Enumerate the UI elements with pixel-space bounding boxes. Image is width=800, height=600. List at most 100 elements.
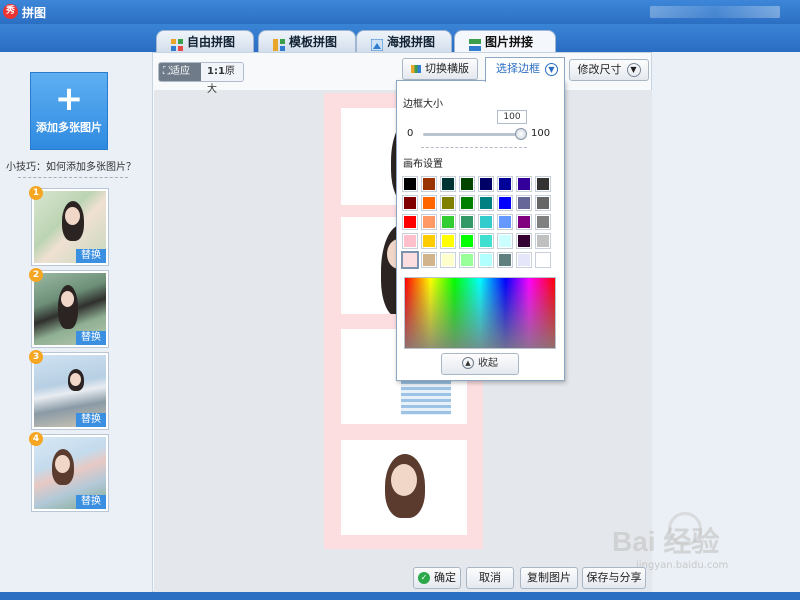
add-images-label: 添加多张图片 xyxy=(36,121,102,134)
border-size-slider-handle[interactable] xyxy=(515,128,527,140)
color-swatch[interactable] xyxy=(460,177,474,191)
color-swatch[interactable] xyxy=(536,177,550,191)
switch-orientation-button[interactable]: 切换横版 xyxy=(402,58,478,80)
bottom-bar xyxy=(0,592,800,600)
collapse-button[interactable]: ▲ 收起 xyxy=(441,353,519,375)
save-share-button[interactable]: 保存与分享 xyxy=(582,567,646,589)
replace-button[interactable]: 替换 xyxy=(76,331,106,345)
color-swatch[interactable] xyxy=(441,177,455,191)
tab-image-join[interactable]: 图片拼接 xyxy=(454,30,556,52)
original-size-ratio: 1:1 xyxy=(207,66,225,77)
color-swatch[interactable] xyxy=(479,177,493,191)
title-bar: 秀 拼图 xyxy=(0,0,800,24)
cancel-label: 取消 xyxy=(479,571,501,584)
color-swatch[interactable] xyxy=(460,253,474,267)
color-swatch[interactable] xyxy=(422,253,436,267)
tab-template-collage[interactable]: 模板拼图 xyxy=(258,30,356,52)
app-logo-icon: 秀 xyxy=(3,4,18,19)
fit-button[interactable]: ⛶适应 xyxy=(159,63,201,81)
poster-collage-icon xyxy=(370,36,384,52)
border-size-slider-track[interactable] xyxy=(423,133,521,136)
color-swatch[interactable] xyxy=(536,253,550,267)
fit-icon: ⛶ xyxy=(163,66,170,77)
image-join-icon xyxy=(469,36,481,51)
color-spectrum-picker[interactable] xyxy=(404,277,556,349)
tab-image-join-label: 图片拼接 xyxy=(485,35,534,49)
resize-label: 修改尺寸 xyxy=(577,63,622,76)
slider-max-label: 100 xyxy=(531,128,551,139)
color-swatch[interactable] xyxy=(441,196,455,210)
add-images-button[interactable]: + 添加多张图片 xyxy=(30,72,108,150)
color-swatch[interactable] xyxy=(498,177,512,191)
replace-button[interactable]: 替换 xyxy=(76,249,106,263)
color-swatch[interactable] xyxy=(441,253,455,267)
window-controls-blurred xyxy=(650,6,780,18)
thumbnail-4[interactable]: 4 替换 xyxy=(29,432,109,512)
color-swatch[interactable] xyxy=(498,253,512,267)
chevron-up-icon: ▲ xyxy=(462,357,474,369)
window-title: 拼图 xyxy=(22,6,47,20)
tab-free-collage[interactable]: 自由拼图 xyxy=(156,30,254,52)
copy-image-label: 复制图片 xyxy=(527,571,571,584)
orientation-icon xyxy=(411,65,421,73)
cancel-button[interactable]: 取消 xyxy=(466,567,514,589)
color-swatch[interactable] xyxy=(536,234,550,248)
color-swatch[interactable] xyxy=(517,177,531,191)
color-swatch[interactable] xyxy=(403,196,417,210)
color-swatch[interactable] xyxy=(422,196,436,210)
color-swatch[interactable] xyxy=(517,196,531,210)
replace-button[interactable]: 替换 xyxy=(76,413,106,427)
check-icon: ✓ xyxy=(418,572,430,584)
tab-poster-collage[interactable]: 海报拼图 xyxy=(356,30,452,52)
color-swatch[interactable] xyxy=(441,215,455,229)
color-swatch[interactable] xyxy=(517,253,531,267)
plus-icon: + xyxy=(54,79,84,119)
select-border-button[interactable]: 选择边框 ▼ xyxy=(485,57,565,82)
color-swatch[interactable] xyxy=(479,253,493,267)
chevron-down-icon: ▼ xyxy=(545,63,558,76)
slider-min-label: 0 xyxy=(407,128,414,139)
color-swatch[interactable] xyxy=(403,234,417,248)
chevron-down-icon: ▼ xyxy=(626,63,641,77)
divider xyxy=(421,147,527,148)
border-size-value-input[interactable]: 100 xyxy=(497,110,527,124)
color-swatch[interactable] xyxy=(479,196,493,210)
watermark-text: Bai 经验 xyxy=(612,526,720,557)
color-swatch[interactable] xyxy=(403,177,417,191)
thumbnail-3[interactable]: 3 替换 xyxy=(29,350,109,430)
color-swatch[interactable] xyxy=(536,215,550,229)
color-swatch[interactable] xyxy=(441,234,455,248)
select-border-label: 选择边框 xyxy=(496,62,540,75)
thumbnail-1[interactable]: 1 替换 xyxy=(29,186,109,266)
color-swatch[interactable] xyxy=(479,215,493,229)
switch-orientation-label: 切换横版 xyxy=(425,62,469,75)
thumbnail-number: 2 xyxy=(29,268,43,282)
collage-image-4[interactable] xyxy=(341,440,467,535)
original-size-button[interactable]: 1:1原大 xyxy=(203,63,243,95)
color-swatch[interactable] xyxy=(422,234,436,248)
color-swatch[interactable] xyxy=(517,215,531,229)
color-swatch[interactable] xyxy=(460,196,474,210)
color-swatch[interactable] xyxy=(498,234,512,248)
color-swatch[interactable] xyxy=(479,234,493,248)
color-swatch[interactable] xyxy=(460,234,474,248)
tip-link[interactable]: 小技巧：如何添加多张图片？ xyxy=(6,158,136,173)
replace-button[interactable]: 替换 xyxy=(76,495,106,509)
color-swatch[interactable] xyxy=(403,215,417,229)
border-size-label: 边框大小 xyxy=(403,99,443,110)
color-swatch[interactable] xyxy=(401,251,419,269)
color-swatch[interactable] xyxy=(460,215,474,229)
resize-button[interactable]: 修改尺寸 ▼ xyxy=(569,59,649,81)
color-swatch[interactable] xyxy=(498,196,512,210)
copy-image-button[interactable]: 复制图片 xyxy=(520,567,578,589)
color-swatch[interactable] xyxy=(422,177,436,191)
color-swatch[interactable] xyxy=(422,215,436,229)
color-swatch[interactable] xyxy=(498,215,512,229)
thumbnail-number: 3 xyxy=(29,350,43,364)
border-settings-popup: 边框大小 100 0 100 画布设置 ▲ 收起 xyxy=(396,80,565,381)
color-swatch[interactable] xyxy=(536,196,550,210)
zoom-toggle: ⛶适应 1:1原大 xyxy=(158,62,244,95)
confirm-button[interactable]: ✓ 确定 xyxy=(413,567,461,589)
thumbnail-2[interactable]: 2 替换 xyxy=(29,268,109,348)
color-swatch[interactable] xyxy=(517,234,531,248)
